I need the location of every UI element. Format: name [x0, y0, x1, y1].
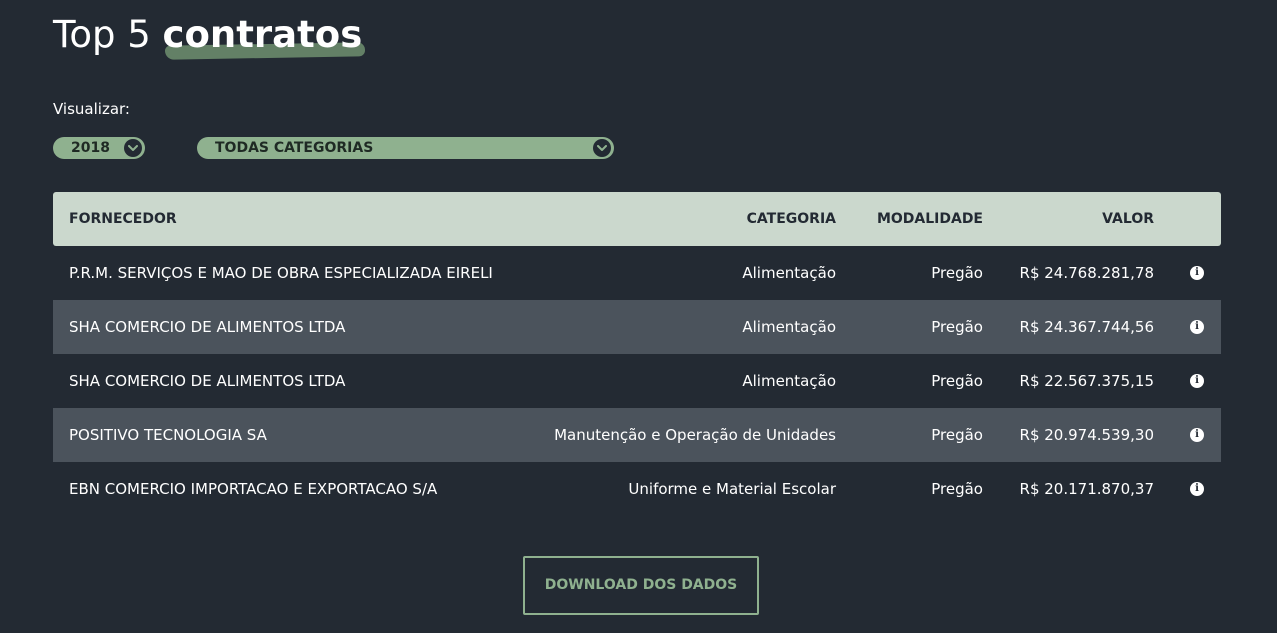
title-highlight: contratos — [163, 12, 363, 58]
cell-modalidade: Pregão — [931, 372, 983, 390]
table-row: POSITIVO TECNOLOGIA SA Manutenção e Oper… — [53, 408, 1221, 462]
chevron-down-icon — [593, 139, 611, 157]
cell-valor: R$ 22.567.375,15 — [1019, 372, 1154, 390]
chevron-down-icon — [124, 139, 142, 157]
table-row: SHA COMERCIO DE ALIMENTOS LTDA Alimentaç… — [53, 300, 1221, 354]
year-select-value: 2018 — [71, 140, 110, 156]
cell-fornecedor: POSITIVO TECNOLOGIA SA — [69, 426, 267, 444]
cell-valor: R$ 20.974.539,30 — [1019, 426, 1154, 444]
category-select[interactable]: TODAS CATEGORIAS — [197, 137, 614, 159]
table-row: P.R.M. SERVIÇOS E MAO DE OBRA ESPECIALIZ… — [53, 246, 1221, 300]
cell-fornecedor: SHA COMERCIO DE ALIMENTOS LTDA — [69, 318, 346, 336]
info-icon[interactable]: i — [1190, 374, 1204, 388]
cell-fornecedor: SHA COMERCIO DE ALIMENTOS LTDA — [69, 372, 346, 390]
cell-fornecedor: EBN COMERCIO IMPORTACAO E EXPORTACAO S/A — [69, 480, 438, 498]
cell-fornecedor: P.R.M. SERVIÇOS E MAO DE OBRA ESPECIALIZ… — [69, 264, 493, 282]
cell-modalidade: Pregão — [931, 426, 983, 444]
cell-modalidade: Pregão — [931, 318, 983, 336]
header-modalidade: MODALIDADE — [876, 211, 983, 227]
title-highlight-text: contratos — [162, 13, 363, 56]
cell-modalidade: Pregão — [931, 264, 983, 282]
header-fornecedor: FORNECEDOR — [69, 211, 177, 227]
visualizar-label: Visualizar: — [53, 100, 130, 118]
page-title: Top 5 contratos — [53, 12, 362, 58]
header-valor: VALOR — [1102, 211, 1154, 227]
info-icon[interactable]: i — [1190, 320, 1204, 334]
cell-valor: R$ 24.367.744,56 — [1019, 318, 1154, 336]
cell-categoria: Alimentação — [742, 318, 836, 336]
download-button[interactable]: DOWNLOAD DOS DADOS — [523, 556, 759, 615]
table-row: EBN COMERCIO IMPORTACAO E EXPORTACAO S/A… — [53, 462, 1221, 516]
cell-categoria: Alimentação — [742, 372, 836, 390]
table-row: SHA COMERCIO DE ALIMENTOS LTDA Alimentaç… — [53, 354, 1221, 408]
year-select[interactable]: 2018 — [53, 137, 145, 159]
table-header: FORNECEDOR CATEGORIA MODALIDADE VALOR — [53, 192, 1221, 246]
header-categoria: CATEGORIA — [746, 211, 836, 227]
title-prefix: Top 5 — [53, 13, 151, 56]
cell-modalidade: Pregão — [931, 480, 983, 498]
info-icon[interactable]: i — [1190, 428, 1204, 442]
cell-categoria: Uniforme e Material Escolar — [628, 480, 836, 498]
cell-categoria: Alimentação — [742, 264, 836, 282]
page: Top 5 contratos Visualizar: 2018 TODAS C… — [0, 0, 1277, 633]
contracts-table: FORNECEDOR CATEGORIA MODALIDADE VALOR P.… — [53, 192, 1221, 516]
category-select-value: TODAS CATEGORIAS — [215, 140, 374, 156]
cell-valor: R$ 24.768.281,78 — [1019, 264, 1154, 282]
cell-valor: R$ 20.171.870,37 — [1019, 480, 1154, 498]
cell-categoria: Manutenção e Operação de Unidades — [554, 426, 836, 444]
info-icon[interactable]: i — [1190, 266, 1204, 280]
info-icon[interactable]: i — [1190, 482, 1204, 496]
